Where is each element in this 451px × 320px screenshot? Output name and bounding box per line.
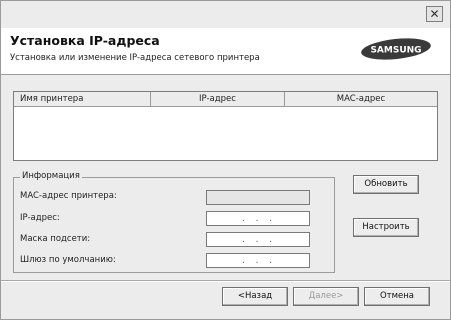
subnet-mask-label: Маска подсети: [20,234,91,244]
cancel-button[interactable]: Отмена [364,287,430,306]
printer-list-header: Имя принтера IP-адрес MAC-адрес [14,92,437,107]
page-title: Установка IP-адреса [10,33,160,48]
info-group-legend: Информация [20,171,82,181]
footer-divider [1,280,450,282]
ip-label: IP-адрес: [20,213,60,223]
samsung-logo: SAMSUNG [361,38,431,60]
ip-address-field[interactable]: . . . [206,211,310,226]
refresh-button[interactable]: Обновить [353,175,419,194]
info-group: Информация MAC-адрес принтера: IP-адрес:… [13,171,335,273]
page-subtitle: Установка или изменение IP-адреса сетево… [10,53,260,63]
column-mac-address[interactable]: MAC-адрес [285,92,437,106]
configure-button[interactable]: Настроить [353,218,419,237]
title-bar: ✕ [1,1,450,28]
default-gateway-field[interactable]: . . . [206,253,310,268]
gateway-label: Шлюз по умолчанию: [20,255,116,265]
close-icon: ✕ [429,7,440,21]
next-button: Далее> [293,287,359,306]
ip-setup-dialog: ✕ Установка IP-адреса Установка или изме… [0,0,451,320]
dialog-header: Установка IP-адреса Установка или измене… [1,28,450,75]
column-ip-address[interactable]: IP-адрес [151,92,285,106]
logo-text: SAMSUNG [370,46,421,56]
back-button[interactable]: <Назад [222,287,288,306]
printer-list[interactable]: Имя принтера IP-адрес MAC-адрес [13,91,438,161]
mac-label: MAC-адрес принтера: [20,191,117,201]
subnet-mask-field[interactable]: . . . [206,232,310,247]
column-printer-name[interactable]: Имя принтера [14,92,151,106]
close-button[interactable]: ✕ [426,6,443,22]
mac-address-field [206,190,310,205]
